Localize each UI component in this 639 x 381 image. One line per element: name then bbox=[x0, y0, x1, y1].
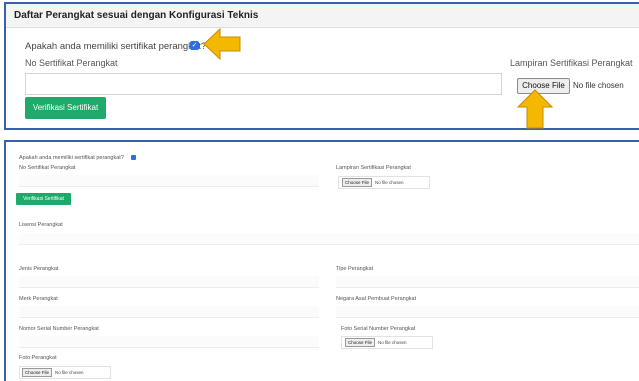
certificate-checkbox[interactable]: ✓ bbox=[190, 41, 199, 50]
device-model-input[interactable] bbox=[336, 276, 639, 288]
serial-photo-file-status: No file chosen bbox=[378, 340, 407, 345]
brand-input[interactable] bbox=[19, 306, 319, 318]
panel-title: Daftar Perangkat sesuai dengan Konfigura… bbox=[14, 10, 259, 21]
p2-attachment-label: Lampiran Sertifikasi Perangkat bbox=[336, 165, 411, 171]
p2-certificate-number-label: No Sertifikat Perangkat bbox=[19, 165, 76, 171]
device-model-label: Tipe Perangkat bbox=[336, 266, 374, 272]
p2-choose-file-button[interactable]: Choose File bbox=[342, 178, 373, 187]
origin-country-input[interactable] bbox=[336, 306, 639, 318]
p2-certificate-question-label: Apakah anda memiliki sertifikat perangka… bbox=[19, 155, 124, 161]
p2-file-status: No file chosen bbox=[375, 180, 404, 185]
origin-country-label: Negara Asal Pembuat Perangkat bbox=[336, 296, 417, 302]
certificate-number-input[interactable] bbox=[25, 73, 502, 95]
device-photo-label: Foto Perangkat bbox=[19, 355, 57, 361]
p2-verify-certificate-button[interactable]: Verifikasi Sertifikat bbox=[16, 193, 71, 205]
serial-photo-choose-file-button[interactable]: Choose File bbox=[345, 338, 376, 347]
file-status-text: No file chosen bbox=[573, 81, 624, 90]
device-form-panel: Apakah anda memiliki sertifikat perangka… bbox=[4, 140, 639, 381]
up-arrow-icon bbox=[517, 89, 553, 129]
panel-header: Daftar Perangkat sesuai dengan Konfigura… bbox=[6, 4, 639, 28]
brand-label: Merk Perangkat bbox=[19, 296, 58, 302]
device-photo-choose-file-button[interactable]: Choose File bbox=[22, 368, 53, 377]
certificate-attachment-label: Lampiran Sertifikasi Perangkat bbox=[510, 58, 633, 68]
license-label: Lisensi Perangkat bbox=[19, 222, 63, 228]
device-type-label: Jenis Perangkat bbox=[19, 266, 59, 272]
license-input[interactable] bbox=[19, 233, 639, 245]
p2-certificate-number-input[interactable] bbox=[19, 175, 319, 187]
serial-number-label: Nomor Serial Number Perangkat bbox=[19, 326, 99, 332]
left-arrow-icon bbox=[203, 28, 241, 60]
serial-number-input[interactable] bbox=[19, 336, 319, 348]
device-type-input[interactable] bbox=[19, 276, 319, 288]
p2-certificate-checkbox[interactable] bbox=[131, 155, 136, 160]
certificate-question-label: Apakah anda memiliki sertifikat perangka… bbox=[25, 41, 207, 52]
certificate-number-label: No Sertifikat Perangkat bbox=[25, 58, 118, 68]
serial-photo-label: Foto Serial Number Perangkat bbox=[341, 326, 416, 332]
verify-certificate-button[interactable]: Verifikasi Sertifikat bbox=[25, 97, 106, 119]
device-photo-file-status: No file chosen bbox=[55, 370, 84, 375]
